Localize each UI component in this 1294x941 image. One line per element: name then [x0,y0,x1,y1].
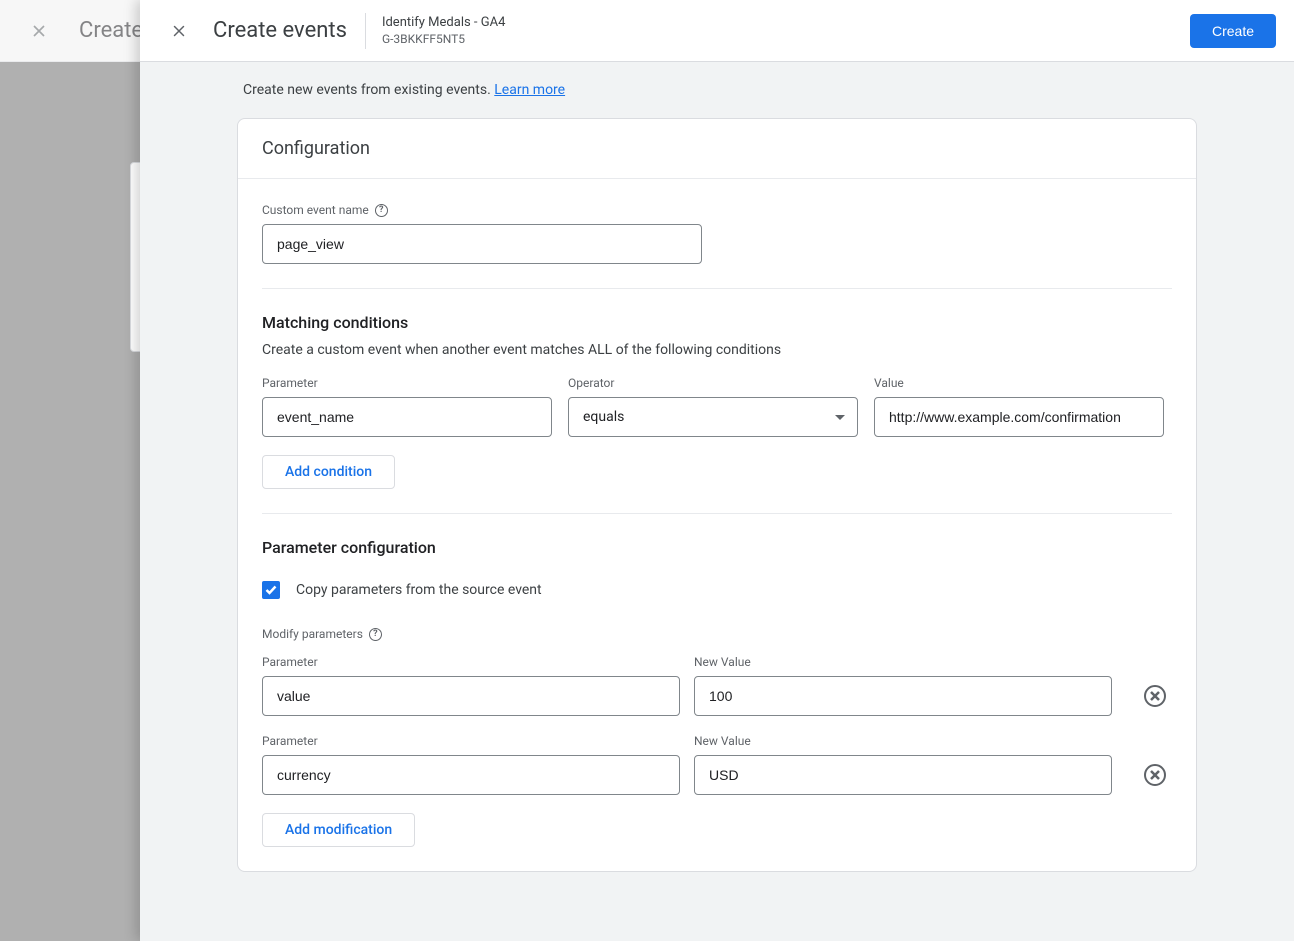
help-icon[interactable]: ? [375,204,388,217]
create-button[interactable]: Create [1190,14,1276,48]
modify-parameter-input[interactable] [262,755,680,795]
parameter-configuration-title: Parameter configuration [262,538,1172,557]
modify-param-row: Parameter New Value [262,734,1172,795]
configuration-title: Configuration [238,119,1196,179]
modify-newvalue-input[interactable] [694,676,1112,716]
configuration-card: Configuration Custom event name ? Matchi… [237,118,1197,872]
header-divider [365,13,366,49]
value-col-label: Value [874,376,1164,390]
background-title: Create [79,18,143,43]
panel-title: Create events [213,18,347,43]
custom-event-section: Custom event name ? [238,179,1196,288]
operator-col-label: Operator [568,376,858,390]
modify-params-label-row: Modify parameters ? [262,627,1172,641]
custom-event-label-row: Custom event name ? [262,203,1172,217]
modify-params-label: Modify parameters [262,627,363,641]
newvalue-col-label: New Value [694,655,1112,669]
copy-params-label: Copy parameters from the source event [296,582,542,598]
modify-newvalue-input[interactable] [694,755,1112,795]
remove-row-button[interactable] [1144,685,1166,707]
panel-header: Create events Identify Medals - GA4 G-3B… [140,0,1294,62]
custom-event-name-input[interactable] [262,224,702,264]
matching-conditions-section: Matching conditions Create a custom even… [238,289,1196,513]
condition-parameter-input[interactable] [262,397,552,437]
header-subtitle: Identify Medals - GA4 G-3BKKFF5NT5 [382,15,505,46]
matching-conditions-title: Matching conditions [262,313,1172,332]
intro-description: Create new events from existing events. [243,82,494,98]
panel-body: Create new events from existing events. … [140,62,1294,941]
copy-params-checkbox[interactable] [262,581,280,599]
condition-value-input[interactable] [874,397,1164,437]
chevron-down-icon [835,415,845,420]
remove-row-button[interactable] [1144,764,1166,786]
custom-event-label: Custom event name [262,203,369,217]
create-events-panel: Create events Identify Medals - GA4 G-3B… [140,0,1294,941]
property-name: Identify Medals - GA4 [382,15,505,30]
newvalue-col-label: New Value [694,734,1112,748]
add-condition-button[interactable]: Add condition [262,455,395,489]
matching-conditions-subtitle: Create a custom event when another event… [262,342,1172,358]
intro-text: Create new events from existing events. … [237,82,1197,98]
condition-operator-select[interactable]: equals [568,397,858,437]
learn-more-link[interactable]: Learn more [494,82,565,98]
operator-selected-value: equals [583,409,624,425]
close-icon [27,19,51,43]
close-button[interactable] [167,19,191,43]
add-modification-button[interactable]: Add modification [262,813,415,847]
parameter-configuration-section: Parameter configuration Copy parameters … [238,514,1196,871]
copy-params-row: Copy parameters from the source event [262,581,1172,599]
stream-id: G-3BKKFF5NT5 [382,32,505,46]
help-icon[interactable]: ? [369,628,382,641]
condition-row: Parameter Operator equals Value [262,376,1172,437]
param-col-label: Parameter [262,734,680,748]
param-col-label: Parameter [262,655,680,669]
parameter-col-label: Parameter [262,376,552,390]
modify-parameter-input[interactable] [262,676,680,716]
modify-param-row: Parameter New Value [262,655,1172,716]
